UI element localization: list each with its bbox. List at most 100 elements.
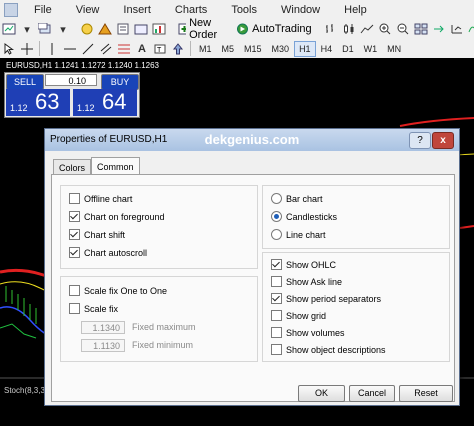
cursor-icon[interactable] xyxy=(1,41,17,57)
show-volumes-checkbox[interactable] xyxy=(271,327,282,338)
show-object-descriptions-option[interactable]: Show object descriptions xyxy=(271,344,386,355)
bar-chart-option[interactable]: Bar chart xyxy=(271,193,323,204)
show-period-separators-checkbox[interactable] xyxy=(271,293,282,304)
chart-shift-checkbox[interactable] xyxy=(69,229,80,240)
show-period-separators-option[interactable]: Show period separators xyxy=(271,293,381,304)
profiles-icon[interactable] xyxy=(37,21,53,37)
sell-price[interactable]: 1.12 63 xyxy=(6,89,70,116)
dialog-tabs: Colors Common xyxy=(53,157,140,176)
zoom-in-icon[interactable] xyxy=(377,21,393,37)
new-order-icon xyxy=(178,23,187,35)
new-order-button[interactable]: New Order xyxy=(174,17,226,41)
timeframe-m1[interactable]: M1 xyxy=(194,41,217,57)
show-ohlc-checkbox[interactable] xyxy=(271,259,282,270)
offline-chart-checkbox[interactable] xyxy=(69,193,80,204)
chart-on-foreground-option[interactable]: Chart on foreground xyxy=(69,211,165,222)
dialog-titlebar[interactable]: Properties of EURUSD,H1 dekgenius.com ? … xyxy=(45,129,459,151)
timeframe-m5[interactable]: M5 xyxy=(217,41,240,57)
vertical-line-icon[interactable] xyxy=(44,41,60,57)
bar-chart-icon[interactable] xyxy=(323,21,339,37)
common-tab-panel: Offline chart Chart on foreground Chart … xyxy=(51,174,455,402)
candlesticks-radio[interactable] xyxy=(271,211,282,222)
close-button[interactable]: x xyxy=(432,132,454,149)
show-volumes-option[interactable]: Show volumes xyxy=(271,327,345,338)
scale-fix-option[interactable]: Scale fix xyxy=(69,303,118,314)
chart-autoscroll-checkbox[interactable] xyxy=(69,247,80,258)
sell-button[interactable]: SELL xyxy=(6,74,44,90)
menu-tools[interactable]: Tools xyxy=(219,4,269,16)
text-tool-icon[interactable]: A xyxy=(134,41,150,57)
timeframe-mn[interactable]: MN xyxy=(382,41,406,57)
show-ask-line-checkbox[interactable] xyxy=(271,276,282,287)
navigator-icon[interactable] xyxy=(115,21,131,37)
menu-charts[interactable]: Charts xyxy=(163,4,219,16)
timeframe-h1[interactable]: H1 xyxy=(294,40,316,57)
chart-shift-option[interactable]: Chart shift xyxy=(69,229,125,240)
timeframe-d1[interactable]: D1 xyxy=(337,41,359,57)
show-ask-line-option[interactable]: Show Ask line xyxy=(271,276,342,287)
show-grid-option[interactable]: Show grid xyxy=(271,310,326,321)
trendline-icon[interactable] xyxy=(80,41,96,57)
reset-button[interactable]: Reset xyxy=(399,385,453,402)
timeframe-m15[interactable]: M15 xyxy=(239,41,267,57)
dropdown-arrow-icon[interactable]: ▾ xyxy=(19,21,35,37)
offline-chart-option[interactable]: Offline chart xyxy=(69,193,132,204)
buy-button[interactable]: BUY xyxy=(101,74,139,90)
autotrading-button[interactable]: AutoTrading xyxy=(232,23,316,35)
channel-icon[interactable] xyxy=(98,41,114,57)
timeframe-w1[interactable]: W1 xyxy=(359,41,383,57)
bar-chart-label: Bar chart xyxy=(286,193,323,204)
autoscroll-icon[interactable] xyxy=(431,21,447,37)
horizontal-line-icon[interactable] xyxy=(62,41,78,57)
menu-window[interactable]: Window xyxy=(269,4,332,16)
tile-windows-icon[interactable] xyxy=(413,21,429,37)
timeframe-h4[interactable]: H4 xyxy=(316,41,338,57)
crosshair-icon[interactable] xyxy=(19,41,35,57)
show-grid-checkbox[interactable] xyxy=(271,310,282,321)
chart-shift-icon[interactable] xyxy=(449,21,465,37)
show-volumes-label: Show volumes xyxy=(286,327,345,338)
show-object-descriptions-checkbox[interactable] xyxy=(271,344,282,355)
terminal-icon[interactable] xyxy=(133,21,149,37)
help-button[interactable]: ? xyxy=(409,132,431,149)
candlesticks-icon[interactable] xyxy=(341,21,357,37)
chart-autoscroll-option[interactable]: Chart autoscroll xyxy=(69,247,147,258)
scale-fix-one-to-one-option[interactable]: Scale fix One to One xyxy=(69,285,167,296)
menu-view[interactable]: View xyxy=(64,4,112,16)
menu-file[interactable]: File xyxy=(22,4,64,16)
text-label-icon[interactable]: T xyxy=(152,41,168,57)
data-window-icon[interactable] xyxy=(97,21,113,37)
menu-insert[interactable]: Insert xyxy=(111,4,163,16)
chart-symbol-info: EURUSD,H1 1.1241 1.1272 1.1240 1.1263 xyxy=(6,61,159,70)
line-chart-radio[interactable] xyxy=(271,229,282,240)
menu-help[interactable]: Help xyxy=(332,4,379,16)
timeframe-m30[interactable]: M30 xyxy=(267,41,295,57)
scale-fix-one-to-one-checkbox[interactable] xyxy=(69,285,80,296)
strategy-tester-icon[interactable] xyxy=(151,21,167,37)
fixed-minimum-input[interactable]: 1.1130 xyxy=(81,339,125,352)
chart-shift-label: Chart shift xyxy=(84,229,126,240)
svg-text:T: T xyxy=(157,47,162,54)
new-chart-icon[interactable] xyxy=(1,21,17,37)
line-chart-option[interactable]: Line chart xyxy=(271,229,326,240)
zoom-out-icon[interactable] xyxy=(395,21,411,37)
buy-price-pips: 64 xyxy=(102,89,127,114)
chart-type-group: Bar chart Candlesticks Line chart xyxy=(262,185,450,249)
market-watch-icon[interactable] xyxy=(79,21,95,37)
dropdown-arrow-icon[interactable]: ▾ xyxy=(55,21,71,37)
lot-size-input[interactable]: 0.10 xyxy=(45,74,97,86)
show-ohlc-option[interactable]: Show OHLC xyxy=(271,259,336,270)
indicators-icon[interactable] xyxy=(467,21,474,37)
buy-price-prefix: 1.12 xyxy=(77,103,95,113)
buy-price[interactable]: 1.12 64 xyxy=(73,89,137,116)
ok-button[interactable]: OK xyxy=(298,385,345,402)
line-chart-icon[interactable] xyxy=(359,21,375,37)
fibonacci-icon[interactable] xyxy=(116,41,132,57)
fixed-maximum-input[interactable]: 1.1340 xyxy=(81,321,125,334)
chart-on-foreground-checkbox[interactable] xyxy=(69,211,80,222)
candlesticks-option[interactable]: Candlesticks xyxy=(271,211,337,222)
bar-chart-radio[interactable] xyxy=(271,193,282,204)
arrows-icon[interactable] xyxy=(170,41,186,57)
cancel-button[interactable]: Cancel xyxy=(349,385,395,402)
scale-fix-checkbox[interactable] xyxy=(69,303,80,314)
